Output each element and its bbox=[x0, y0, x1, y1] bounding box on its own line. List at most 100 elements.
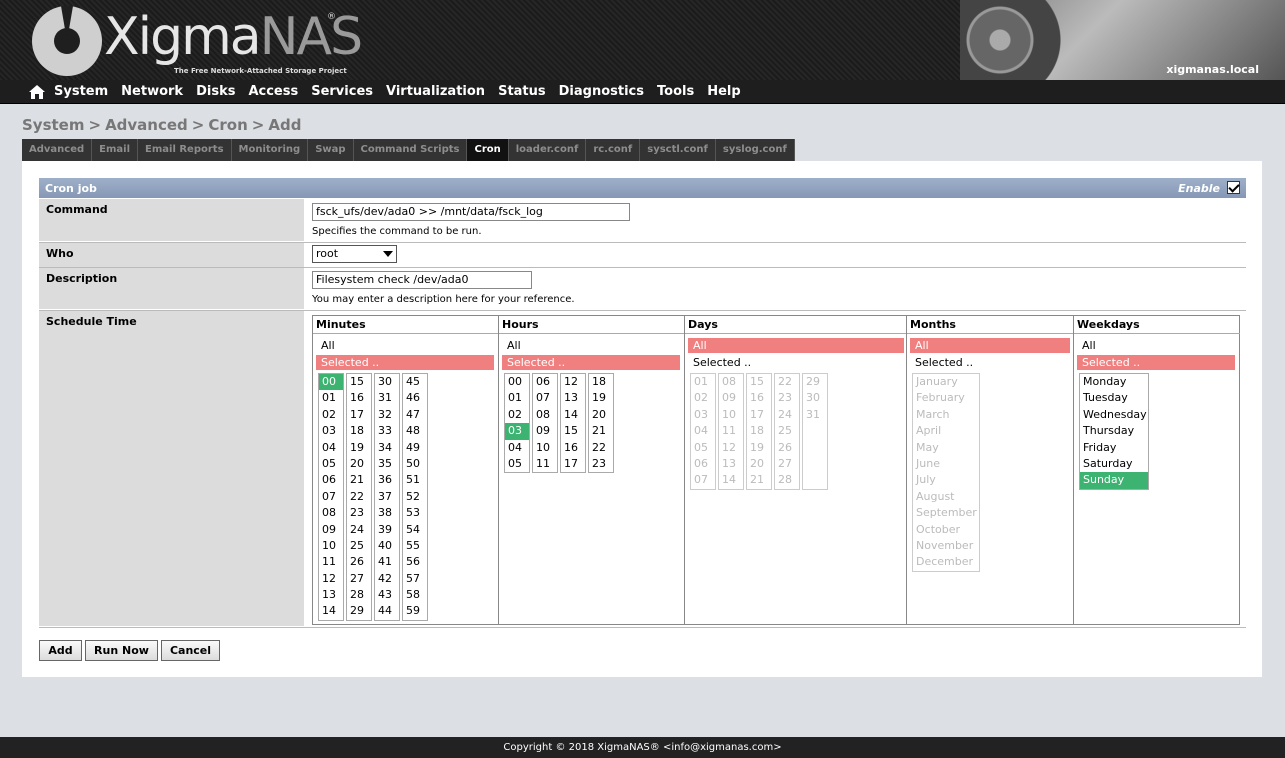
hour-option[interactable]: 11 bbox=[533, 456, 557, 472]
minute-option[interactable]: 46 bbox=[403, 390, 427, 406]
weekday-option[interactable]: Sunday bbox=[1080, 472, 1148, 489]
minutes-selected-option[interactable]: Selected .. bbox=[316, 355, 494, 370]
minute-option[interactable]: 31 bbox=[375, 390, 399, 406]
minute-option[interactable]: 09 bbox=[319, 522, 343, 538]
minute-option[interactable]: 26 bbox=[347, 554, 371, 570]
hour-option[interactable]: 01 bbox=[505, 390, 529, 406]
minute-option[interactable]: 57 bbox=[403, 571, 427, 587]
nav-disks[interactable]: Disks bbox=[196, 84, 235, 99]
add-button[interactable]: Add bbox=[39, 640, 82, 661]
minute-option[interactable]: 44 bbox=[375, 603, 399, 619]
minute-option[interactable]: 50 bbox=[403, 456, 427, 472]
minute-option[interactable]: 01 bbox=[319, 390, 343, 406]
minute-option[interactable]: 25 bbox=[347, 538, 371, 554]
minute-option[interactable]: 30 bbox=[375, 374, 399, 390]
hour-option[interactable]: 07 bbox=[533, 390, 557, 406]
minute-option[interactable]: 22 bbox=[347, 489, 371, 505]
minute-option[interactable]: 37 bbox=[375, 489, 399, 505]
minute-option[interactable]: 23 bbox=[347, 505, 371, 521]
tab-sysctl-conf[interactable]: sysctl.conf bbox=[640, 139, 716, 161]
nav-network[interactable]: Network bbox=[121, 84, 183, 99]
nav-virtualization[interactable]: Virtualization bbox=[386, 84, 485, 99]
minute-option[interactable]: 19 bbox=[347, 440, 371, 456]
minute-option[interactable]: 07 bbox=[319, 489, 343, 505]
run-now-button[interactable]: Run Now bbox=[85, 640, 158, 661]
minute-option[interactable]: 40 bbox=[375, 538, 399, 554]
hours-list[interactable]: 00 01 02 03 04 05 bbox=[504, 373, 530, 474]
tab-cron[interactable]: Cron bbox=[467, 139, 509, 161]
minute-option[interactable]: 34 bbox=[375, 440, 399, 456]
minute-option[interactable]: 24 bbox=[347, 522, 371, 538]
hour-option[interactable]: 14 bbox=[561, 407, 585, 423]
minutes-list[interactable]: 45 46 47 48 49 50 51 52 53 54 55 56 57 58 59 bbox=[402, 373, 428, 621]
nav-system[interactable]: System bbox=[54, 84, 108, 99]
tab-monitoring[interactable]: Monitoring bbox=[232, 139, 309, 161]
hour-option[interactable]: 19 bbox=[589, 390, 613, 406]
hour-option[interactable]: 18 bbox=[589, 374, 613, 390]
minute-option[interactable]: 00 bbox=[319, 374, 343, 391]
nav-status[interactable]: Status bbox=[498, 84, 546, 99]
minute-option[interactable]: 51 bbox=[403, 472, 427, 488]
hours-list[interactable]: 06 07 08 09 10 11 bbox=[532, 373, 558, 474]
nav-services[interactable]: Services bbox=[311, 84, 373, 99]
nav-tools[interactable]: Tools bbox=[657, 84, 694, 99]
minute-option[interactable]: 29 bbox=[347, 603, 371, 619]
minutes-list[interactable]: 15 16 17 18 19 20 21 22 23 24 25 26 27 28 29 bbox=[346, 373, 372, 621]
hour-option[interactable]: 00 bbox=[505, 374, 529, 390]
tab-syslog-conf[interactable]: syslog.conf bbox=[716, 139, 795, 161]
hour-option[interactable]: 06 bbox=[533, 374, 557, 390]
hour-option[interactable]: 15 bbox=[561, 423, 585, 439]
minute-option[interactable]: 43 bbox=[375, 587, 399, 603]
hour-option[interactable]: 08 bbox=[533, 407, 557, 423]
hour-option[interactable]: 20 bbox=[589, 407, 613, 423]
nav-diagnostics[interactable]: Diagnostics bbox=[559, 84, 644, 99]
minute-option[interactable]: 14 bbox=[319, 603, 343, 619]
minute-option[interactable]: 45 bbox=[403, 374, 427, 390]
weekdays-all-option[interactable]: All bbox=[1077, 338, 1235, 353]
minute-option[interactable]: 03 bbox=[319, 423, 343, 439]
weekday-option[interactable]: Thursday bbox=[1080, 423, 1148, 439]
enable-checkbox[interactable] bbox=[1227, 181, 1240, 194]
days-all-option[interactable]: All bbox=[688, 338, 904, 353]
minute-option[interactable]: 27 bbox=[347, 571, 371, 587]
minute-option[interactable]: 52 bbox=[403, 489, 427, 505]
minute-option[interactable]: 59 bbox=[403, 603, 427, 619]
minute-option[interactable]: 48 bbox=[403, 423, 427, 439]
minute-option[interactable]: 58 bbox=[403, 587, 427, 603]
hour-option[interactable]: 22 bbox=[589, 440, 613, 456]
xigmanas-logo[interactable]: XigmaNAS ® The Free Network-Attached Sto… bbox=[32, 4, 363, 76]
minute-option[interactable]: 15 bbox=[347, 374, 371, 390]
hour-option[interactable]: 13 bbox=[561, 390, 585, 406]
minutes-list[interactable]: 00 01 02 03 04 05 06 07 08 09 10 11 12 13 14 bbox=[318, 373, 344, 621]
hours-list[interactable]: 18 19 20 21 22 23 bbox=[588, 373, 614, 474]
description-input[interactable]: Filesystem check /dev/ada0 bbox=[312, 271, 532, 289]
weekday-option[interactable]: Tuesday bbox=[1080, 390, 1148, 406]
minute-option[interactable]: 08 bbox=[319, 505, 343, 521]
weekday-option[interactable]: Monday bbox=[1080, 374, 1148, 390]
minute-option[interactable]: 11 bbox=[319, 554, 343, 570]
minute-option[interactable]: 20 bbox=[347, 456, 371, 472]
nav-access[interactable]: Access bbox=[248, 84, 298, 99]
minute-option[interactable]: 42 bbox=[375, 571, 399, 587]
minute-option[interactable]: 32 bbox=[375, 407, 399, 423]
tab-loader-conf[interactable]: loader.conf bbox=[509, 139, 587, 161]
minute-option[interactable]: 12 bbox=[319, 571, 343, 587]
who-select[interactable]: root bbox=[312, 245, 397, 263]
command-input[interactable]: fsck_ufs/dev/ada0 >> /mnt/data/fsck_log bbox=[312, 203, 630, 221]
hours-all-option[interactable]: All bbox=[502, 338, 680, 353]
minute-option[interactable]: 10 bbox=[319, 538, 343, 554]
minute-option[interactable]: 17 bbox=[347, 407, 371, 423]
minutes-all-option[interactable]: All bbox=[316, 338, 494, 353]
breadcrumb-system[interactable]: System bbox=[22, 116, 84, 134]
minute-option[interactable]: 28 bbox=[347, 587, 371, 603]
minute-option[interactable]: 35 bbox=[375, 456, 399, 472]
minute-option[interactable]: 18 bbox=[347, 423, 371, 439]
minute-option[interactable]: 53 bbox=[403, 505, 427, 521]
minute-option[interactable]: 13 bbox=[319, 587, 343, 603]
minutes-list[interactable]: 30 31 32 33 34 35 36 37 38 39 40 41 42 43 44 bbox=[374, 373, 400, 621]
minute-option[interactable]: 02 bbox=[319, 407, 343, 423]
hour-option[interactable]: 03 bbox=[505, 423, 529, 440]
hour-option[interactable]: 10 bbox=[533, 440, 557, 456]
minute-option[interactable]: 16 bbox=[347, 390, 371, 406]
minute-option[interactable]: 33 bbox=[375, 423, 399, 439]
